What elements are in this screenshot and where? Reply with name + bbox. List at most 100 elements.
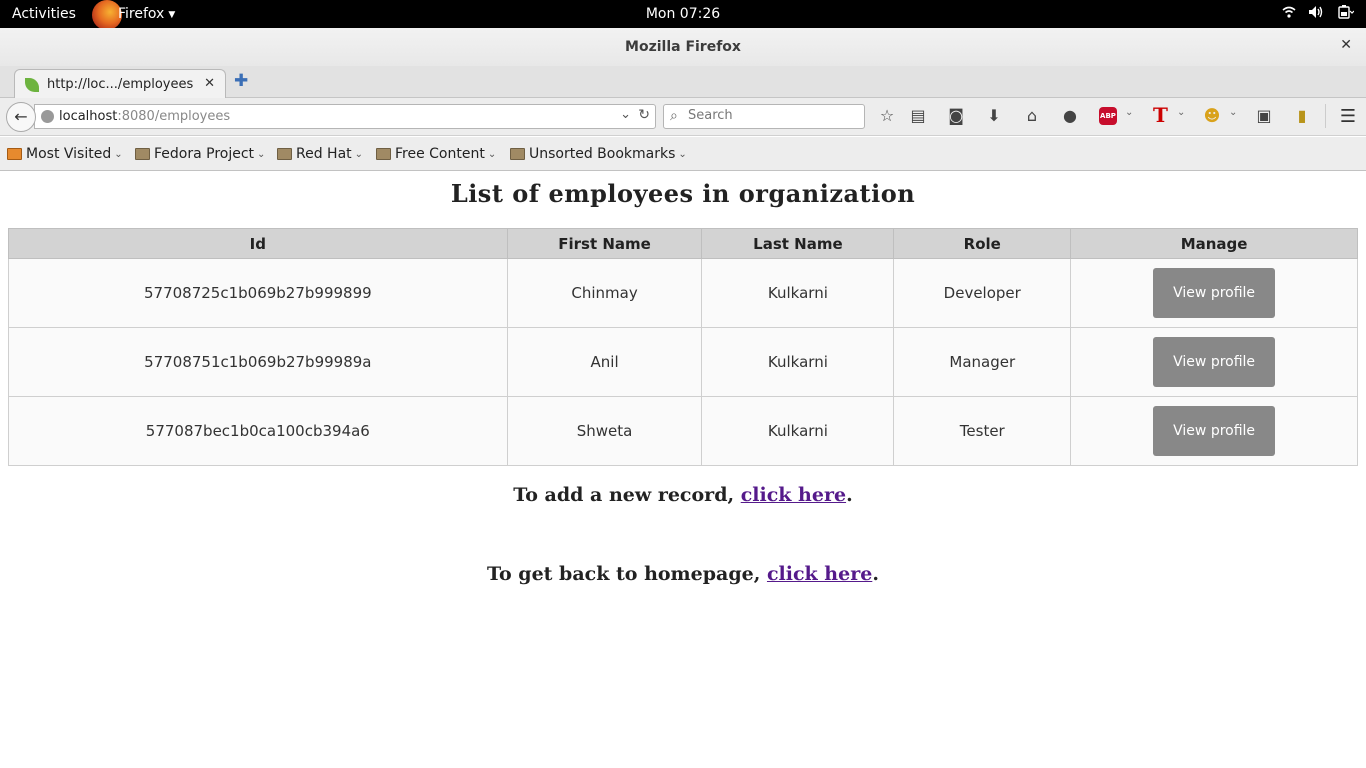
add-record-text: To add a new record, (513, 484, 741, 506)
cell-id: 577087bec1b0ca100cb394a6 (8, 396, 508, 466)
page-title: List of employees in organization (450, 179, 916, 208)
period: . (846, 484, 853, 506)
bookmark-label: Unsorted Bookmarks (529, 146, 676, 162)
bookmark-label: Red Hat (296, 146, 352, 162)
reading-list-icon[interactable]: ▤ (907, 106, 929, 125)
pocket-icon[interactable]: ◙ (945, 106, 967, 125)
column-header-last-name: Last Name (701, 228, 895, 259)
cell-role: Manager (893, 327, 1072, 397)
greasemonkey-icon[interactable]: ☻ (1201, 106, 1223, 125)
bookmark-red-hat[interactable]: Red Hat ⌄ (277, 146, 363, 162)
battery-icon (1336, 5, 1355, 23)
cell-manage: View profile (1070, 396, 1358, 466)
search-input[interactable] (688, 108, 858, 123)
tab-strip: http://loc.../employees ✕ ✚ (0, 66, 1366, 99)
home-icon[interactable]: ⌂ (1021, 106, 1043, 125)
cell-first-name: Shweta (506, 396, 703, 466)
cell-role: Tester (893, 396, 1072, 466)
cell-manage: View profile (1070, 327, 1358, 397)
column-header-manage: Manage (1070, 228, 1358, 259)
chevron-down-icon: ⌄ (487, 148, 497, 160)
cell-id: 57708725c1b069b27b999899 (8, 258, 508, 328)
tab-label: http://loc.../employees (47, 77, 194, 92)
gnome-top-bar: Activities Firefox ▼ Mon 07:26 (0, 0, 1366, 30)
chat-icon[interactable]: ● (1059, 106, 1081, 125)
bookmark-unsorted[interactable]: Unsorted Bookmarks ⌄ (510, 146, 687, 162)
bookmark-label: Fedora Project (154, 146, 255, 162)
table-header-row: Id First Name Last Name Role Manage (8, 228, 1358, 259)
activities-button[interactable]: Activities (12, 6, 76, 22)
url-text: localhost:8080/employees (59, 109, 230, 124)
employees-table: Id First Name Last Name Role Manage 5770… (8, 228, 1358, 466)
view-profile-button[interactable]: View profile (1153, 406, 1276, 456)
downloads-icon[interactable]: ⬇ (983, 106, 1005, 125)
chevron-down-icon: ⌄ (114, 148, 123, 160)
cell-last-name: Kulkarni (701, 258, 895, 328)
back-button[interactable]: ← (6, 102, 36, 132)
folder-icon (277, 148, 292, 160)
navigation-toolbar: localhost:8080/employees ⌄ ↻ ← ⌕ ☆ ▤ ◙ ⬇… (0, 98, 1366, 136)
view-profile-button[interactable]: View profile (1153, 268, 1276, 318)
translate-icon[interactable]: T (1153, 103, 1168, 127)
bookmark-most-visited[interactable]: Most Visited ⌄ (7, 146, 123, 162)
caret-down-icon: ▼ (168, 10, 176, 20)
most-visited-folder-icon (7, 148, 22, 160)
folder-icon (510, 148, 525, 160)
translate-dropdown-icon[interactable]: ⌄ (1177, 107, 1185, 118)
close-tab-icon[interactable]: ✕ (204, 76, 215, 91)
close-window-icon[interactable]: ✕ (1340, 37, 1352, 53)
cell-last-name: Kulkarni (701, 396, 895, 466)
search-icon: ⌕ (670, 108, 678, 124)
bookmark-fedora-project[interactable]: Fedora Project ⌄ (135, 146, 265, 162)
add-record-line: To add a new record, click here. (0, 484, 1366, 506)
homepage-link[interactable]: click here (767, 563, 872, 585)
chevron-down-icon: ⌄ (257, 148, 266, 160)
search-bar[interactable]: ⌕ (663, 104, 865, 129)
new-tab-icon[interactable]: ✚ (234, 71, 248, 91)
bookmarks-toolbar: Most Visited ⌄ Fedora Project ⌄ Red Hat ⌄ F… (0, 137, 1366, 171)
view-profile-button[interactable]: View profile (1153, 337, 1276, 387)
globe-icon (41, 110, 54, 123)
homepage-line: To get back to homepage, click here. (0, 563, 1366, 585)
period: . (872, 563, 879, 585)
greasemonkey-dropdown-icon[interactable]: ⌄ (1229, 107, 1237, 118)
url-dropdown-icon[interactable]: ⌄ (620, 107, 631, 122)
tab-employees[interactable]: http://loc.../employees ✕ (14, 69, 226, 99)
chevron-down-icon: ⌄ (354, 148, 364, 160)
cell-first-name: Anil (506, 327, 703, 397)
table-row: 57708751c1b069b27b99989a Anil Kulkarni M… (8, 327, 1358, 397)
back-arrow-icon: ← (14, 107, 28, 126)
window-titlebar: Mozilla Firefox ✕ (0, 28, 1366, 66)
notes-icon[interactable]: ▮ (1291, 106, 1313, 125)
bookmark-label: Most Visited (26, 146, 112, 162)
column-header-role: Role (893, 228, 1072, 259)
url-host: localhost (59, 109, 118, 124)
folder-icon (376, 148, 391, 160)
column-header-id: Id (8, 228, 508, 259)
add-record-link[interactable]: click here (741, 484, 846, 506)
app-menu[interactable]: Firefox ▼ (92, 0, 175, 30)
table-row: 577087bec1b0ca100cb394a6 Shweta Kulkarni… (8, 396, 1358, 466)
page-content: List of employees in organization Id Fir… (0, 171, 1366, 768)
toolbar-separator (1325, 104, 1326, 128)
clock[interactable]: Mon 07:26 (0, 6, 1366, 22)
reload-icon[interactable]: ↻ (638, 107, 650, 123)
adblock-dropdown-icon[interactable]: ⌄ (1125, 107, 1133, 118)
adblock-plus-icon[interactable]: ABP (1099, 107, 1117, 125)
bookmark-star-icon[interactable]: ☆ (876, 106, 898, 125)
chevron-down-icon: ⌄ (678, 148, 687, 160)
window-title: Mozilla Firefox (625, 39, 741, 55)
wifi-icon (1282, 5, 1296, 23)
system-tray[interactable] (1282, 5, 1355, 23)
cell-first-name: Chinmay (506, 258, 703, 328)
cell-manage: View profile (1070, 258, 1358, 328)
url-path: :8080/employees (117, 109, 231, 124)
app-menu-label: Firefox (118, 6, 165, 22)
url-bar[interactable]: localhost:8080/employees ⌄ ↻ (34, 104, 656, 129)
bookmark-free-content[interactable]: Free Content ⌄ (376, 146, 496, 162)
cell-id: 57708751c1b069b27b99989a (8, 327, 508, 397)
cell-role: Developer (893, 258, 1072, 328)
screenshot-icon[interactable]: ▣ (1253, 106, 1275, 125)
hamburger-menu-icon[interactable]: ☰ (1340, 106, 1356, 127)
column-header-first-name: First Name (506, 228, 703, 259)
